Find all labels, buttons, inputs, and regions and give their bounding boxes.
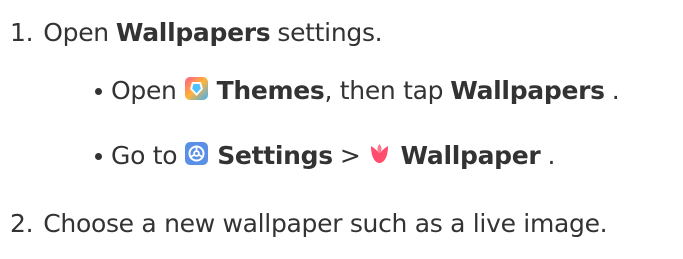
step-text-bold: Wallpapers [115, 17, 271, 47]
substep-bold-2: Wallpaper [400, 140, 541, 170]
substep-1: Open Themes , then tap Wallpapers . [95, 70, 620, 110]
substep-text-post: . [611, 75, 620, 105]
breadcrumb-separator: > [339, 140, 361, 170]
substep-text-mid: , then tap [324, 75, 444, 105]
settings-app-icon [184, 141, 209, 166]
step-text-pre: Open [43, 17, 109, 47]
step-number: 1. [10, 17, 34, 47]
wallpaper-tulip-icon [367, 141, 392, 166]
step-1: 1. Open Wallpapers settings. [10, 12, 383, 52]
step-2: 2. Choose a new wallpaper such as a live… [10, 203, 608, 243]
step-text-post: settings. [277, 17, 383, 47]
substep-text-pre: Go to [111, 140, 178, 170]
themes-app-icon [184, 76, 209, 101]
step-number: 2. [10, 208, 34, 238]
substep-text-post: . [547, 140, 556, 170]
substep-text-pre: Open [111, 75, 177, 105]
substep-bold-2: Wallpapers [450, 75, 605, 105]
substep-bold-1: Settings [217, 140, 333, 170]
bullet [95, 87, 102, 95]
substep-bold-1: Themes [216, 75, 325, 105]
substep-2: Go to Settings > Wallpaper . [95, 135, 555, 175]
step-text: Choose a new wallpaper such as a live im… [43, 208, 608, 238]
bullet [95, 152, 102, 160]
